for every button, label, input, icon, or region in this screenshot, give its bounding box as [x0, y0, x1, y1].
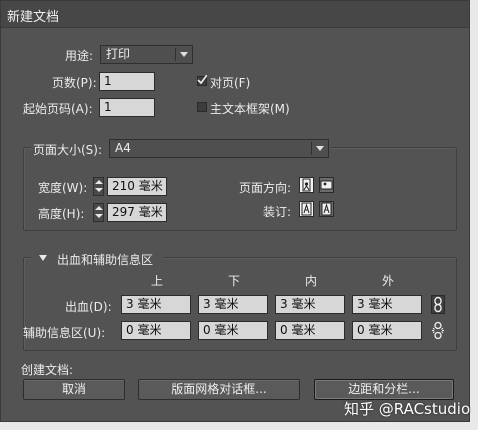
page-size-select[interactable]: A4 [109, 139, 329, 158]
watermark: 知乎 @RACstudio [344, 400, 471, 418]
cancel-button[interactable]: 取消 [23, 379, 125, 400]
pages-label: 页数(P): [52, 76, 97, 90]
bleed-label: 出血(D): [65, 300, 112, 314]
height-label: 高度(H): [38, 207, 85, 221]
portrait-icon[interactable] [299, 177, 314, 193]
master-text-frame-checkbox[interactable] [197, 102, 207, 112]
create-document-label: 创建文档: [21, 363, 74, 377]
landscape-icon[interactable] [319, 177, 334, 193]
bleed-top-input[interactable]: 3 毫米 [121, 295, 191, 314]
height-input[interactable]: 297 毫米 [107, 203, 167, 222]
master-text-frame-label: 主文本框架(M) [210, 102, 290, 116]
height-stepper[interactable] [93, 203, 104, 222]
page-size-label: 页面大小(S): [33, 143, 103, 157]
column-inside: 内 [304, 274, 317, 288]
purpose-label: 用途: [65, 49, 94, 63]
bleed-bottom-input[interactable]: 3 毫米 [198, 295, 268, 314]
bleed-inside-input[interactable]: 3 毫米 [275, 295, 345, 314]
layout-grid-dialog-button[interactable]: 版面网格对话框... [138, 379, 300, 400]
start-page-label: 起始页码(A): [23, 102, 93, 116]
purpose-select-value: 打印 [106, 47, 131, 61]
chain-unlinked-icon[interactable] [431, 321, 445, 340]
decrement-icon [95, 214, 103, 218]
right-to-left-binding-icon[interactable] [319, 201, 334, 217]
chain-linked-icon[interactable] [431, 295, 445, 314]
chevron-down-icon [316, 146, 324, 151]
dialog-title: 新建文档 [7, 10, 60, 25]
bleed-slug-section-label[interactable]: 出血和辅助信息区 [57, 251, 153, 268]
width-input[interactable]: 210 毫米 [107, 177, 167, 196]
facing-pages-checkbox[interactable] [197, 75, 207, 86]
page-size-select-value: A4 [115, 141, 131, 155]
binding-label: 装订: [263, 205, 292, 219]
slug-bottom-input[interactable]: 0 毫米 [198, 321, 268, 340]
slug-outside-input[interactable]: 0 毫米 [352, 321, 422, 340]
start-page-input[interactable]: 1 [99, 98, 155, 117]
width-stepper[interactable] [93, 177, 104, 196]
column-top: 上 [150, 274, 163, 288]
slug-top-input[interactable]: 0 毫米 [121, 321, 191, 340]
title-bar[interactable]: 新建文档 [1, 1, 469, 28]
disclosure-triangle-icon[interactable] [39, 255, 47, 261]
pages-input[interactable]: 1 [99, 72, 155, 91]
chevron-down-icon [180, 52, 188, 57]
orientation-label: 页面方向: [239, 181, 292, 195]
margins-columns-button[interactable]: 边距和分栏... [314, 379, 454, 400]
new-document-dialog: 新建文档 用途: 打印 页数(P): 1 起始页码(A): 1 对页(F) 主文… [0, 0, 470, 422]
decrement-icon [95, 188, 103, 192]
checkmark-icon [197, 75, 207, 85]
increment-icon [95, 206, 103, 210]
purpose-select[interactable]: 打印 [100, 45, 193, 64]
column-bottom: 下 [227, 274, 240, 288]
column-outside: 外 [381, 274, 394, 288]
facing-pages-label: 对页(F) [210, 76, 251, 90]
bleed-outside-input[interactable]: 3 毫米 [352, 295, 422, 314]
left-to-right-binding-icon[interactable] [299, 201, 314, 217]
slug-inside-input[interactable]: 0 毫米 [275, 321, 345, 340]
slug-label: 辅助信息区(U): [23, 326, 106, 340]
width-label: 宽度(W): [38, 181, 88, 195]
increment-icon [95, 180, 103, 184]
